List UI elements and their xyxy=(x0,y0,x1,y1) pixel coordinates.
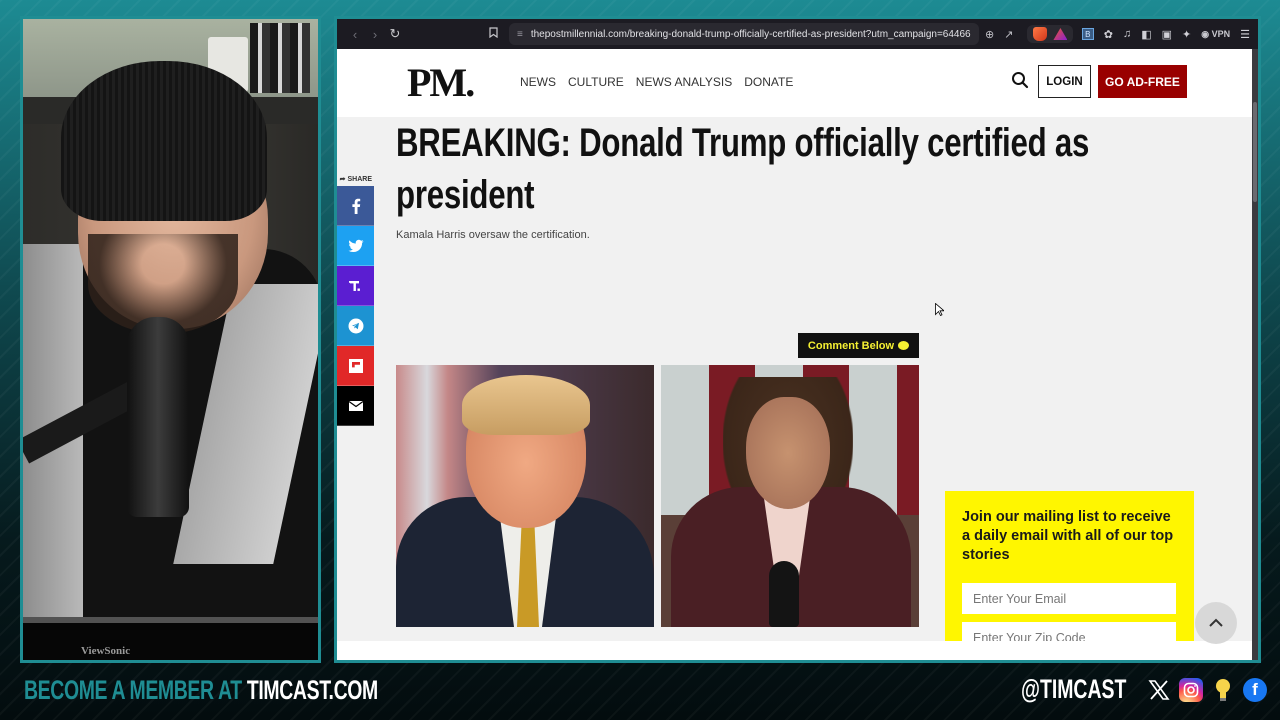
facebook-icon: f xyxy=(1243,677,1267,702)
share-icon[interactable]: ↗ xyxy=(1004,28,1013,41)
bookmark-icon[interactable] xyxy=(489,27,503,41)
share-twitter-button[interactable] xyxy=(337,226,374,266)
comment-below-button[interactable]: Comment Below xyxy=(798,333,919,358)
newsletter-signup: Join our mailing list to receive a daily… xyxy=(945,491,1194,660)
zoom-icon[interactable]: ⊕ xyxy=(985,28,994,41)
cta-prefix: BECOME A MEMBER AT xyxy=(24,675,247,705)
page-scrollbar[interactable] xyxy=(1252,49,1258,660)
address-bar[interactable]: ≡ thepostmillennial.com/breaking-donald-… xyxy=(509,23,979,45)
nav-culture[interactable]: CULTURE xyxy=(568,75,624,89)
site-header: PM. NEWS CULTURE NEWS ANALYSIS DONATE LO… xyxy=(337,49,1255,117)
share-label: ➦ SHARE xyxy=(339,176,372,183)
mouse-cursor-icon xyxy=(935,303,944,316)
nav-news-analysis[interactable]: NEWS ANALYSIS xyxy=(636,75,732,89)
bookshelf xyxy=(250,23,310,93)
comment-below-label: Comment Below xyxy=(807,339,895,352)
article-image-harris xyxy=(661,365,919,627)
article-headline: BREAKING: Donald Trump officially certif… xyxy=(396,121,1090,217)
leo-ai-icon[interactable]: ✦ xyxy=(1182,28,1191,41)
media-icon[interactable]: ♫ xyxy=(1123,28,1131,40)
forward-icon[interactable]: › xyxy=(365,27,385,42)
social-handles: @TIMCAST f xyxy=(1021,674,1267,705)
browser-toolbar: ‹ › ↻ ≡ thepostmillennial.com/breaking-d… xyxy=(337,19,1258,49)
site-logo[interactable]: PM. xyxy=(407,59,475,106)
trump-hair xyxy=(462,375,590,435)
harris-microphone xyxy=(769,561,799,627)
share-flipboard-button[interactable] xyxy=(337,346,374,386)
page-bottom-bar xyxy=(337,641,1255,660)
browser-window: ‹ › ↻ ≡ thepostmillennial.com/breaking-d… xyxy=(334,16,1261,663)
wallet-icon[interactable]: ▣ xyxy=(1162,28,1172,41)
scrollbar-thumb[interactable] xyxy=(1253,102,1257,202)
monitor-brand: ViewSonic xyxy=(81,645,131,657)
telegram-icon xyxy=(348,318,363,333)
webcam-panel: ViewSonic xyxy=(20,16,321,663)
share-truth-social-button[interactable] xyxy=(337,266,374,306)
social-handle: @TIMCAST xyxy=(1021,674,1127,704)
back-icon[interactable]: ‹ xyxy=(345,27,365,42)
share-telegram-button[interactable] xyxy=(337,306,374,346)
newsletter-heading: Join our mailing list to receive a daily… xyxy=(962,509,1174,563)
brave-rewards-icon[interactable] xyxy=(1053,28,1068,40)
chevron-up-icon xyxy=(1209,618,1223,627)
cta-site: TIMCAST.COM xyxy=(246,675,378,705)
article-image-trump xyxy=(396,365,654,627)
monitor-bezel xyxy=(23,617,318,660)
page-viewport: PM. NEWS CULTURE NEWS ANALYSIS DONATE LO… xyxy=(337,49,1255,660)
comment-bubble-icon xyxy=(898,341,910,350)
truth-social-icon xyxy=(348,280,360,291)
login-button[interactable]: LOGIN xyxy=(1038,65,1091,98)
share-label-text: SHARE xyxy=(347,176,372,183)
email-icon xyxy=(348,400,363,411)
sidebar-icon[interactable]: B xyxy=(1081,28,1094,40)
nav-donate[interactable]: DONATE xyxy=(744,75,793,89)
extensions-icon[interactable]: ✿ xyxy=(1104,28,1113,41)
scroll-to-top-button[interactable] xyxy=(1195,602,1237,644)
x-icon xyxy=(1147,678,1171,702)
microphone xyxy=(127,317,189,517)
search-icon[interactable] xyxy=(1011,71,1029,89)
beanie xyxy=(61,61,267,221)
url-text[interactable]: thepostmillennial.com/breaking-donald-tr… xyxy=(531,29,971,40)
go-ad-free-button[interactable]: GO AD-FREE xyxy=(1098,65,1187,98)
membership-cta: BECOME A MEMBER AT TIMCAST.COM xyxy=(24,675,378,706)
nav-news[interactable]: NEWS xyxy=(520,75,556,89)
instagram-icon xyxy=(1179,677,1203,702)
reload-icon[interactable]: ↻ xyxy=(385,26,405,42)
article-subhead: Kamala Harris oversaw the certification. xyxy=(396,229,590,241)
twitter-icon xyxy=(348,239,363,252)
menu-icon[interactable]: ☰ xyxy=(1240,28,1250,41)
lightbulb-icon xyxy=(1211,678,1235,702)
share-email-button[interactable] xyxy=(337,386,374,426)
email-input[interactable] xyxy=(962,583,1176,614)
share-bar: ➦ SHARE xyxy=(337,175,374,426)
site-nav: NEWS CULTURE NEWS ANALYSIS DONATE xyxy=(520,75,793,89)
reader-icon[interactable]: ◧ xyxy=(1141,28,1151,41)
vpn-label: VPN xyxy=(1211,28,1231,39)
brave-shields-icon[interactable] xyxy=(1033,27,1048,41)
share-facebook-button[interactable] xyxy=(337,186,374,226)
facebook-icon xyxy=(351,198,360,214)
harris-face xyxy=(746,397,830,509)
vpn-button[interactable]: ◉ VPN xyxy=(1201,29,1230,40)
site-settings-icon[interactable]: ≡ xyxy=(517,29,523,40)
flipboard-icon xyxy=(348,358,363,373)
